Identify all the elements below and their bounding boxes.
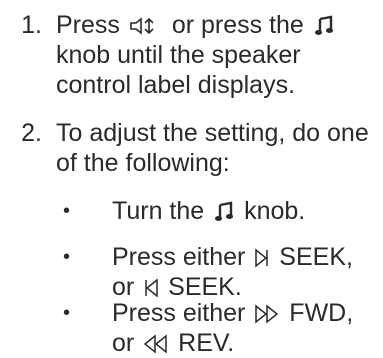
step-text-part: Press xyxy=(56,11,120,39)
bullet-text: Press either FWD, or REV. xyxy=(112,298,372,358)
bullet-text-part: Turn the xyxy=(112,197,205,225)
speaker-adjust-icon xyxy=(129,15,163,37)
step-number: 1. xyxy=(21,11,42,39)
bullet-text-part: Press either xyxy=(112,299,246,327)
bullet-text: Turn the knob. xyxy=(112,196,372,226)
bullet-marker: • xyxy=(62,302,70,324)
step-text-part: knob until the speaker control label dis… xyxy=(56,41,301,99)
step-text: To adjust the setting, do one of the fol… xyxy=(56,119,369,177)
bullet-text-part: SEEK, xyxy=(279,243,353,271)
music-note-icon xyxy=(313,15,335,37)
step-text-part: or press the xyxy=(171,11,304,39)
bullet-text-part: FWD, xyxy=(289,299,354,327)
bullet-text-part: knob. xyxy=(244,197,306,225)
rewind-icon xyxy=(143,334,169,354)
bullet-text-part: Press either xyxy=(112,243,246,271)
step-text: Press or press the knob until the speake… xyxy=(56,10,376,100)
bullet-text-part: or xyxy=(112,273,135,301)
instruction-step-2: 2. To adjust the setting, do one of the … xyxy=(0,118,376,178)
fast-forward-icon xyxy=(254,304,280,324)
seek-next-icon xyxy=(254,248,270,268)
bullet-marker: • xyxy=(62,246,70,268)
bullet-item-3: • Press either FWD, or REV. xyxy=(0,298,372,358)
bullet-item-2: • Press either SEEK, or SEEK. xyxy=(0,242,372,302)
step-number: 2. xyxy=(21,119,42,147)
bullet-marker: • xyxy=(62,200,70,222)
bullet-text-part: SEEK. xyxy=(168,273,242,301)
bullet-item-1: • Turn the knob. xyxy=(0,196,372,226)
bullet-text: Press either SEEK, or SEEK. xyxy=(112,242,372,302)
music-note-icon xyxy=(213,201,235,223)
seek-prev-icon xyxy=(143,278,159,298)
instruction-step-1: 1. Press or press the knob until the spe… xyxy=(0,10,376,100)
